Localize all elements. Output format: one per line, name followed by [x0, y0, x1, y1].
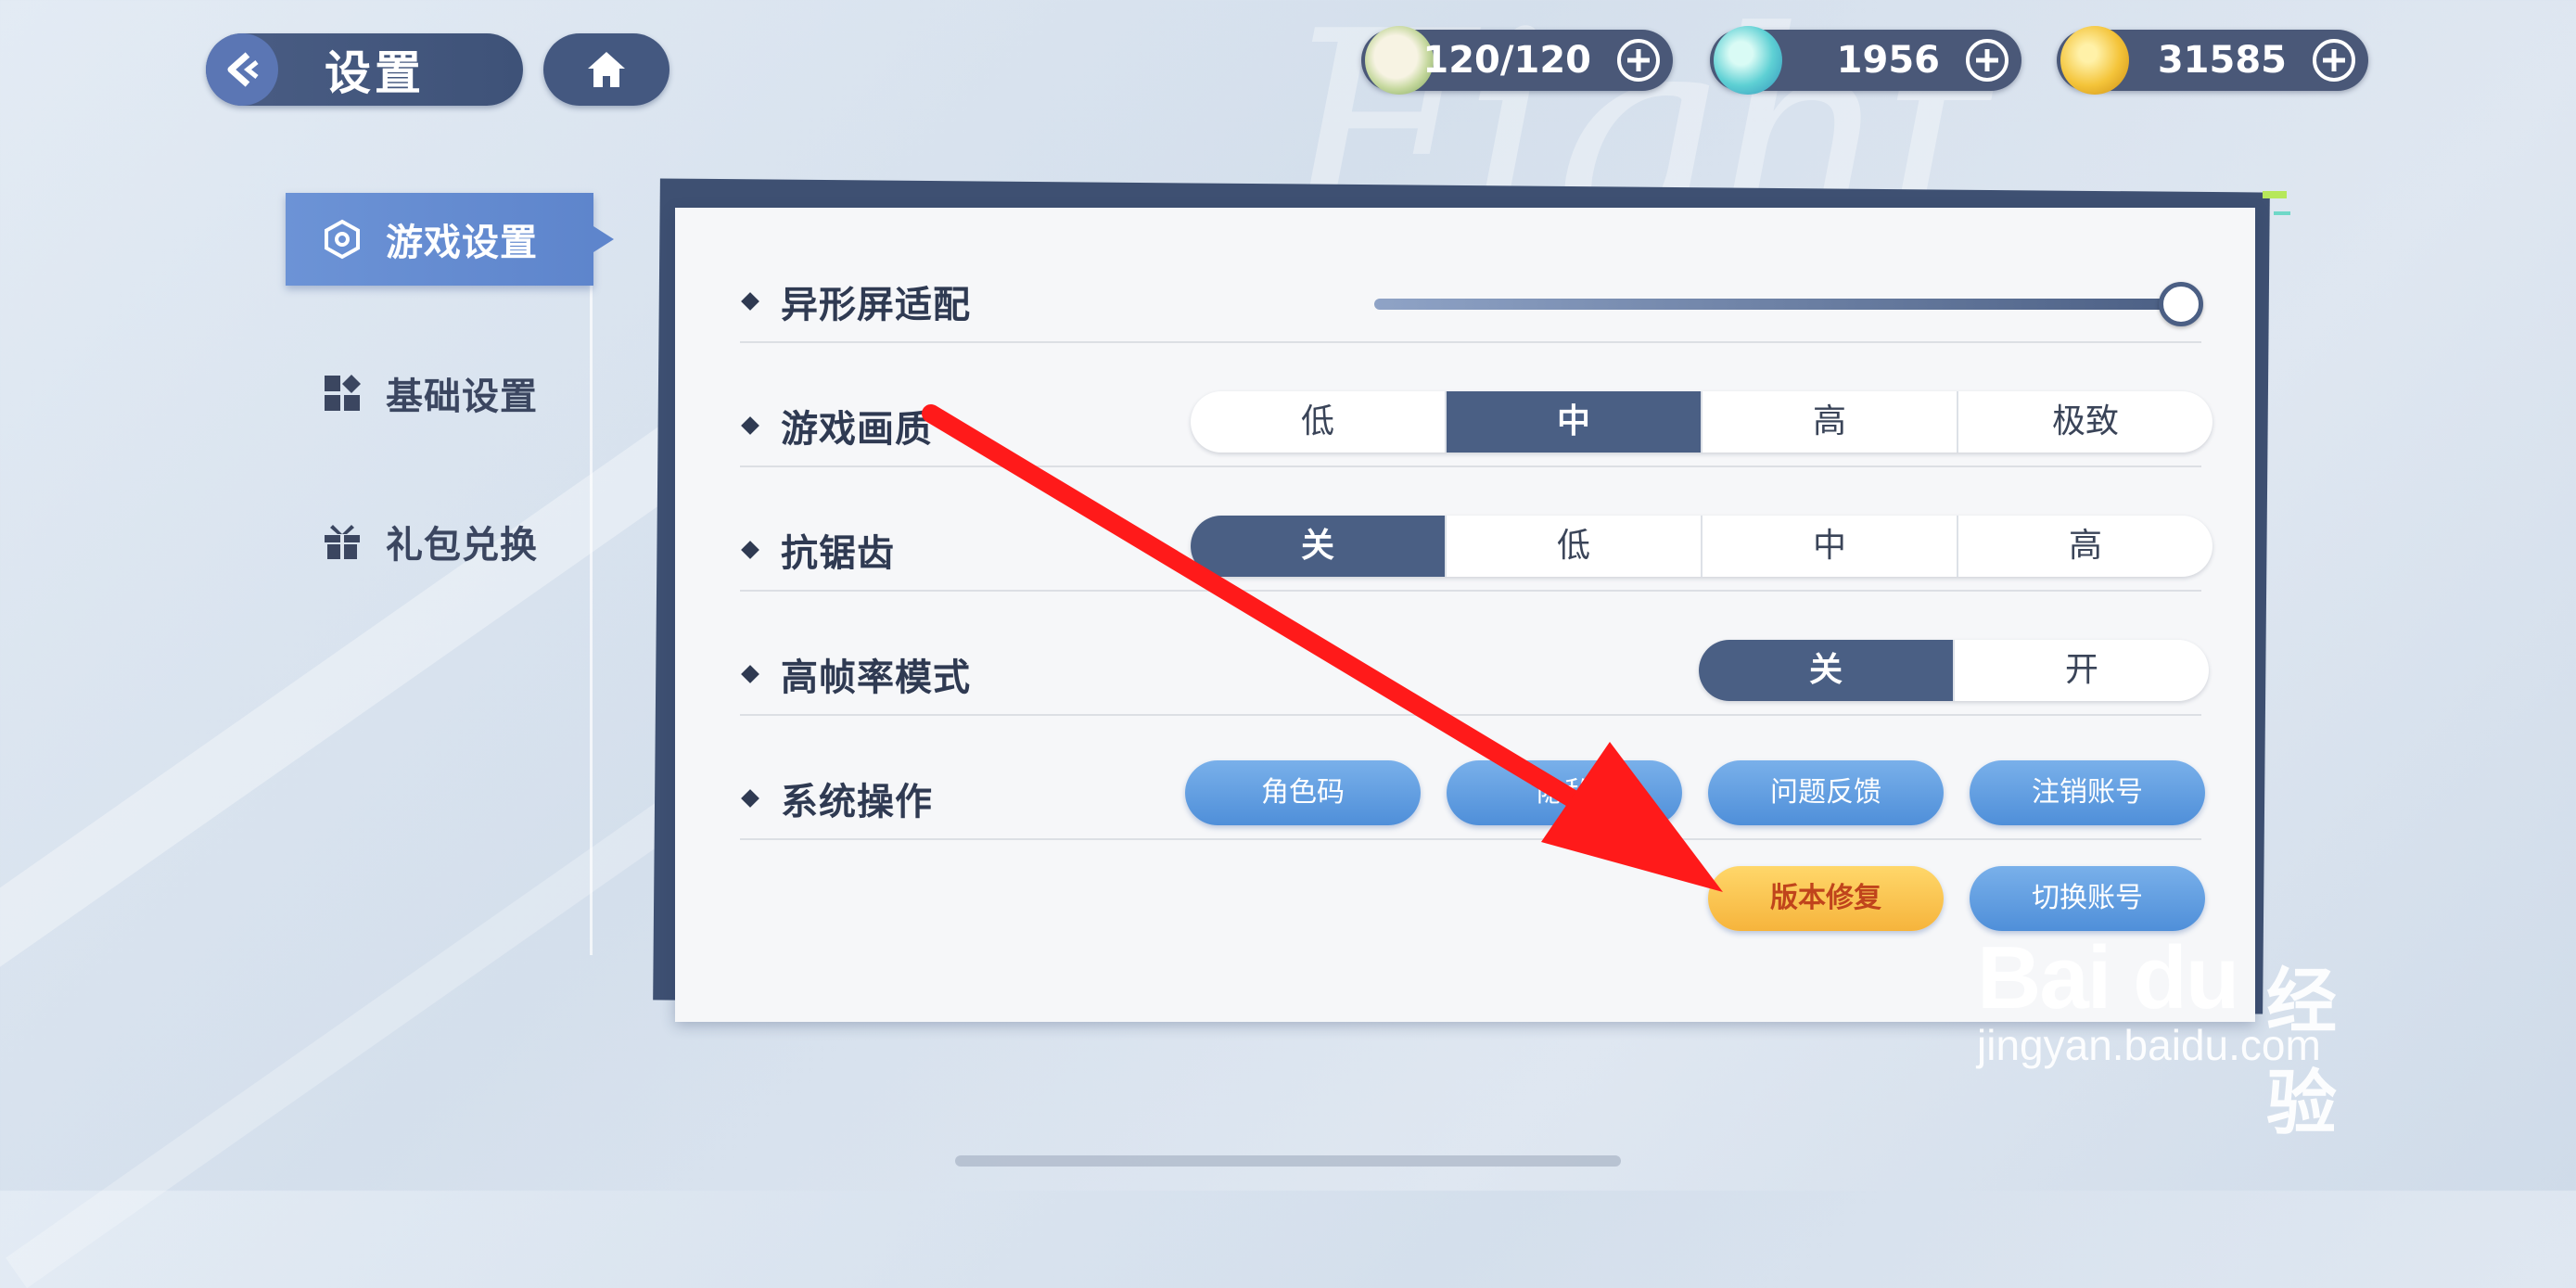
- baidu-jingyan-watermark: Bai du 经验 jingyan.baidu.com: [1977, 927, 2337, 1144]
- watermark-cn: 经验: [2266, 960, 2337, 1144]
- home-indicator[interactable]: [955, 1155, 1621, 1167]
